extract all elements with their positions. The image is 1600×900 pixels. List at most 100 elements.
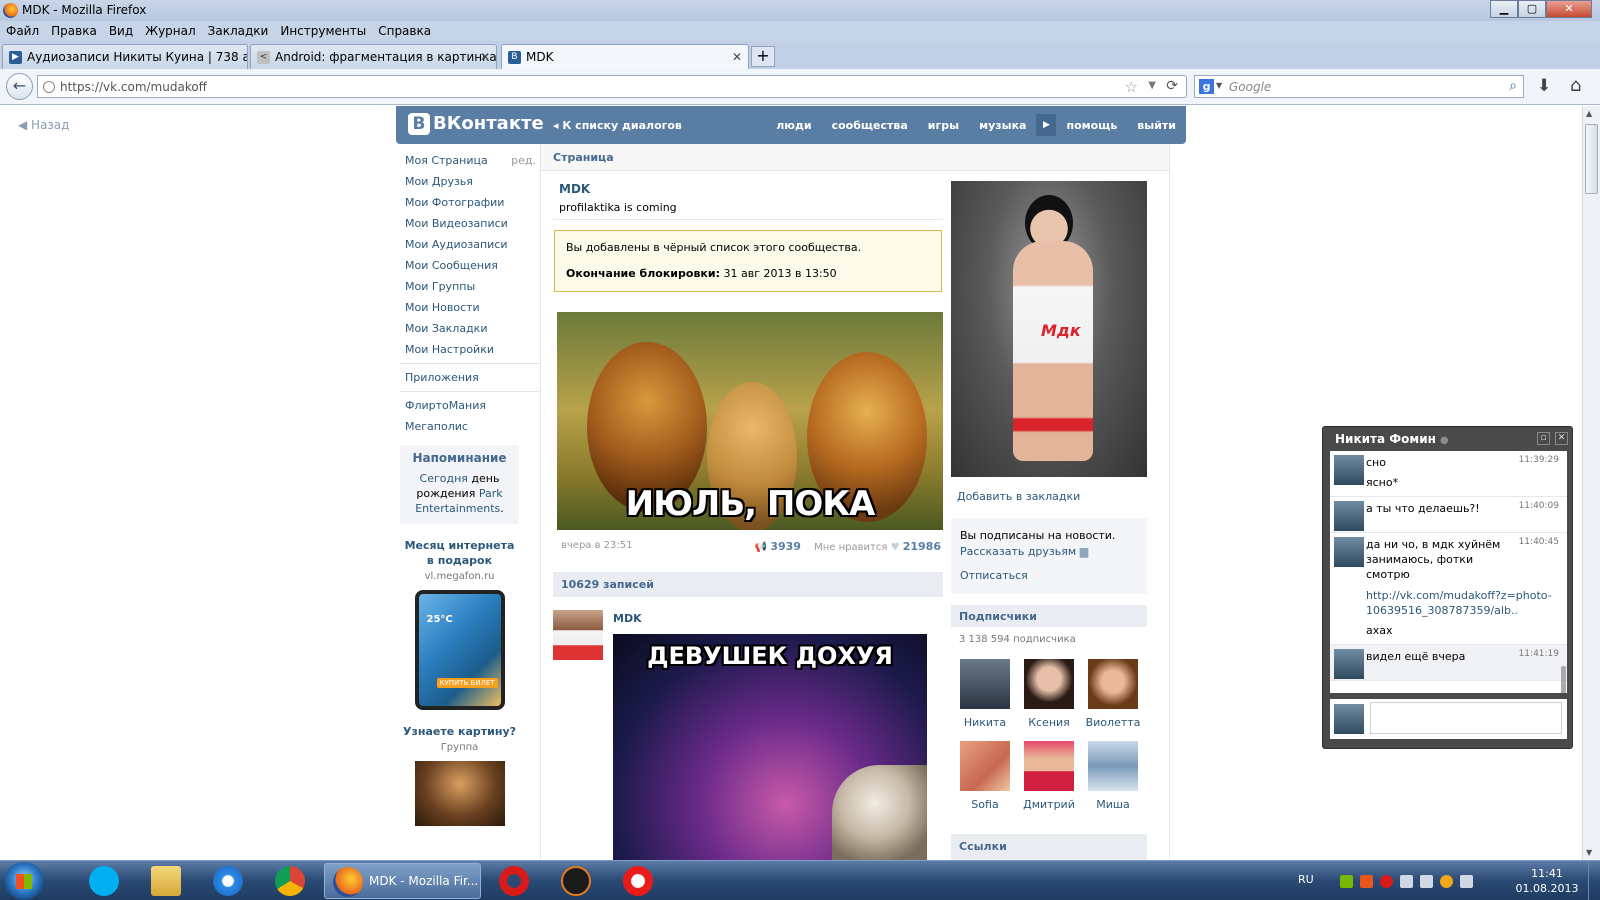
- links-title[interactable]: Ссылки: [951, 834, 1147, 860]
- bookmark-star-icon[interactable]: ☆: [1125, 78, 1138, 96]
- wall-count[interactable]: 10629 записей: [553, 572, 943, 597]
- menu-my-news[interactable]: Мои Новости: [400, 297, 540, 318]
- start-button[interactable]: [4, 862, 44, 900]
- nav-help[interactable]: помощь: [1056, 106, 1127, 144]
- chat-message-input[interactable]: [1370, 702, 1562, 734]
- nav-logout[interactable]: выйти: [1127, 106, 1186, 144]
- post-date[interactable]: вчера в 23:51: [561, 540, 633, 551]
- group-photo[interactable]: Мдк: [951, 181, 1147, 477]
- app-tray-icon[interactable]: [1360, 875, 1373, 888]
- add-bookmark-link[interactable]: Добавить в закладки: [957, 490, 1080, 503]
- subscriber-item[interactable]: Дмитрий: [1019, 741, 1079, 811]
- ad-painting[interactable]: Узнаете картину? Группа: [400, 724, 519, 826]
- ad-megafon[interactable]: Месяц интернета в подарок vl.megafon.ru …: [400, 538, 519, 710]
- nav-games[interactable]: игры: [918, 106, 969, 144]
- vk-logo[interactable]: В ВКонтакте: [408, 113, 544, 135]
- chat-close-button[interactable]: ✕: [1555, 432, 1568, 445]
- heart-icon[interactable]: ♥: [891, 542, 900, 553]
- nav-people[interactable]: люди: [766, 106, 821, 144]
- back-link[interactable]: ◀ Назад: [18, 118, 69, 132]
- volume-icon[interactable]: [1400, 875, 1413, 888]
- subscriber-item[interactable]: Никита: [955, 659, 1015, 729]
- nvidia-icon[interactable]: [1340, 875, 1353, 888]
- taskbar-clock[interactable]: 11:41 01.08.2013: [1512, 866, 1582, 896]
- scroll-down-icon[interactable]: ▼: [1586, 848, 1592, 857]
- repost-icon[interactable]: 📢: [755, 542, 767, 553]
- chat-scrollbar[interactable]: [1561, 666, 1566, 693]
- menu-app-megapolis[interactable]: Мегаполис: [400, 416, 540, 437]
- menu-edit[interactable]: Правка: [45, 21, 103, 38]
- subscriber-item[interactable]: Ксения: [1019, 659, 1079, 729]
- reload-icon[interactable]: ⟳: [1166, 78, 1178, 94]
- taskbar-opera[interactable]: [486, 863, 542, 899]
- minimize-button[interactable]: ▁: [1490, 0, 1518, 18]
- menu-app-flirtomania[interactable]: ФлиртоМания: [400, 395, 540, 416]
- menu-file[interactable]: Файл: [0, 21, 45, 38]
- download-icon[interactable]: ⬇: [1537, 76, 1551, 96]
- network-icon[interactable]: [1420, 875, 1433, 888]
- menu-my-messages[interactable]: Мои Сообщения: [400, 255, 540, 276]
- menu-my-photos[interactable]: Мои Фотографии: [400, 192, 540, 213]
- scrollbar-thumb[interactable]: [1585, 124, 1598, 194]
- tab-audio[interactable]: ▶ Аудиозаписи Никиты Куина | 738 ау...: [2, 44, 248, 69]
- chat-header[interactable]: Никита Фомин ● ▫ ✕: [1323, 427, 1572, 451]
- avatar[interactable]: [1334, 649, 1364, 679]
- menu-help[interactable]: Справка: [372, 21, 437, 38]
- avatar[interactable]: [1334, 537, 1364, 567]
- address-bar[interactable]: https://vk.com/mudakoff ☆ ▼ ⟳: [37, 75, 1187, 98]
- menu-my-groups[interactable]: Мои Группы: [400, 276, 540, 297]
- subscriber-item[interactable]: Виолетта: [1083, 659, 1143, 729]
- taskbar-explorer[interactable]: [138, 863, 194, 899]
- post-image[interactable]: ДЕВУШЕК ДОХУЯ: [613, 634, 927, 860]
- unsubscribe-link[interactable]: Отписаться: [960, 569, 1147, 582]
- chat-minimize-button[interactable]: ▫: [1537, 432, 1550, 445]
- menu-apps[interactable]: Приложения: [400, 367, 540, 388]
- like-count[interactable]: 21986: [903, 540, 941, 553]
- chevron-down-icon[interactable]: ▼: [1148, 80, 1156, 91]
- menu-view[interactable]: Вид: [103, 21, 139, 38]
- menu-my-page[interactable]: Моя Страница ред.: [400, 150, 540, 171]
- scroll-up-icon[interactable]: ▲: [1586, 109, 1592, 118]
- nav-communities[interactable]: сообщества: [822, 106, 918, 144]
- avatar[interactable]: [1334, 501, 1364, 531]
- subscriber-item[interactable]: Sofia: [955, 741, 1015, 811]
- music-play-icon[interactable]: ▶: [1036, 114, 1057, 136]
- opera-tray-icon[interactable]: [1380, 875, 1393, 888]
- new-tab-button[interactable]: +: [751, 46, 775, 67]
- close-window-button[interactable]: ✕: [1546, 0, 1592, 18]
- tell-friends-link[interactable]: Рассказать друзьям ▆: [960, 545, 1147, 558]
- app-tray-icon[interactable]: [1440, 875, 1453, 888]
- show-desktop-button[interactable]: [1588, 861, 1600, 900]
- tab-android[interactable]: < Android: фрагментация в картинках... ✕: [250, 44, 497, 69]
- message-link[interactable]: http://vk.com/mudakoff?z=photo-10639516_…: [1366, 588, 1561, 618]
- tab-mdk[interactable]: В MDK ✕: [501, 44, 749, 69]
- menu-my-bookmarks[interactable]: Мои Закладки: [400, 318, 540, 339]
- taskbar-yandex[interactable]: [610, 863, 666, 899]
- taskbar-ie[interactable]: [200, 863, 256, 899]
- post-author-name[interactable]: MDK: [613, 612, 642, 625]
- menu-tools[interactable]: Инструменты: [274, 21, 372, 38]
- tab-close-icon[interactable]: ✕: [732, 50, 742, 64]
- home-icon[interactable]: ⌂: [1570, 75, 1581, 96]
- taskbar-firefox-active[interactable]: MDK - Mozilla Fir...: [324, 863, 481, 899]
- like-label[interactable]: Мне нравится: [814, 542, 887, 553]
- menu-my-videos[interactable]: Мои Видеозаписи: [400, 213, 540, 234]
- search-box[interactable]: g ▼ Google ⌕: [1194, 75, 1524, 98]
- menu-history[interactable]: Журнал: [139, 21, 202, 38]
- page-scrollbar[interactable]: ▲ ▼: [1582, 106, 1600, 860]
- action-center-icon[interactable]: [1460, 875, 1473, 888]
- back-button[interactable]: ←: [6, 73, 33, 100]
- dialogs-link[interactable]: ◂ К списку диалогов: [553, 119, 682, 132]
- tab-close-icon[interactable]: ✕: [480, 50, 490, 64]
- menu-bookmarks[interactable]: Закладки: [202, 21, 275, 38]
- taskbar-chrome[interactable]: [262, 863, 318, 899]
- subscribers-title[interactable]: Подписчики: [951, 605, 1147, 627]
- language-indicator[interactable]: RU: [1298, 873, 1314, 886]
- subscriber-item[interactable]: Миша: [1083, 741, 1143, 811]
- menu-my-settings[interactable]: Мои Настройки: [400, 339, 540, 360]
- maximize-button[interactable]: ▢: [1518, 0, 1546, 18]
- post-author-avatar[interactable]: [553, 610, 603, 660]
- nav-music[interactable]: музыка: [969, 106, 1036, 144]
- menu-my-friends[interactable]: Мои Друзья: [400, 171, 540, 192]
- chevron-down-icon[interactable]: ▼: [1216, 81, 1222, 90]
